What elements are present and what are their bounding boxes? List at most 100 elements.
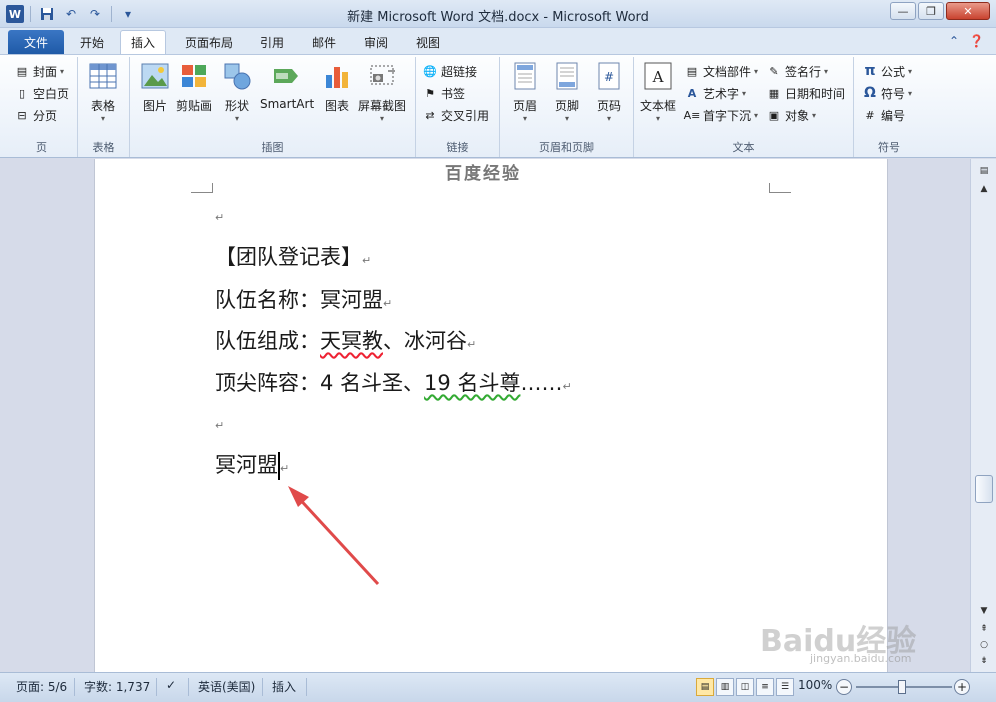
group-tables: 表格 ▾ 表格 bbox=[78, 57, 130, 157]
object-icon: ▣ bbox=[768, 108, 780, 122]
clip-art-button[interactable]: 剪贴画 bbox=[176, 61, 212, 114]
group-symbols: π 公式 ▾ Ω 符号 ▾ # 编号 符号 bbox=[854, 57, 924, 157]
group-label: 页眉和页脚 bbox=[539, 141, 594, 154]
cross-reference-button[interactable]: ⇄ 交叉引用 bbox=[422, 105, 489, 125]
minimize-ribbon-icon[interactable]: ⌃ bbox=[949, 34, 959, 48]
footer-button[interactable]: 页脚 ▾ bbox=[552, 61, 582, 123]
close-button[interactable]: ✕ bbox=[946, 2, 990, 20]
date-time-button[interactable]: ▦ 日期和时间 bbox=[766, 83, 845, 103]
zoom-out-button[interactable]: − bbox=[836, 679, 852, 695]
page-break-button[interactable]: ⊟ 分页 bbox=[14, 105, 57, 125]
screenshot-button[interactable]: 屏幕截图 ▾ bbox=[358, 61, 406, 123]
object-button[interactable]: ▣ 对象 ▾ bbox=[766, 105, 816, 125]
proofing-icon[interactable]: ✓ bbox=[166, 678, 176, 692]
document-area: 百度经验 ↵ 【团队登记表】↵ 队伍名称：冥河盟↵ 队伍组成：天冥教、冰河谷↵ … bbox=[0, 159, 970, 672]
scroll-down-button[interactable]: ▼ bbox=[975, 603, 993, 619]
window-title: 新建 Microsoft Word 文档.docx - Microsoft Wo… bbox=[347, 10, 649, 25]
page-break-icon: ⊟ bbox=[17, 108, 27, 122]
vertical-scrollbar[interactable]: ▤ ▲ ▼ ⇞ ○ ⇟ bbox=[970, 159, 996, 672]
group-label: 表格 bbox=[92, 141, 115, 154]
drop-cap-button[interactable]: A≡ 首字下沉 ▾ bbox=[684, 105, 758, 125]
zoom-in-button[interactable]: + bbox=[954, 679, 970, 695]
cover-page-button[interactable]: ▤ 封面 ▾ bbox=[14, 61, 64, 81]
shapes-button[interactable]: 形状 ▾ bbox=[222, 61, 252, 123]
equation-button[interactable]: π 公式 ▾ bbox=[862, 61, 912, 81]
text-box-button[interactable]: A 文本框 ▾ bbox=[640, 61, 676, 123]
tab-view[interactable]: 视图 bbox=[406, 30, 450, 54]
smartart-button[interactable]: SmartArt bbox=[260, 61, 314, 111]
symbol-button[interactable]: Ω 符号 ▾ bbox=[862, 83, 912, 103]
previous-page-button[interactable]: ⇞ bbox=[975, 621, 993, 637]
number-button[interactable]: # 编号 bbox=[862, 105, 905, 125]
baidu-watermark-url: jingyan.baidu.com bbox=[810, 652, 912, 665]
zoom-slider-knob[interactable] bbox=[898, 680, 906, 694]
table-button[interactable]: 表格 ▾ bbox=[88, 61, 118, 123]
picture-button[interactable]: 图片 bbox=[140, 61, 170, 114]
group-pages: ▤ 封面 ▾ ▯ 空白页 ⊟ 分页 页 bbox=[6, 57, 78, 157]
drop-cap-icon: A≡ bbox=[683, 108, 701, 122]
bookmark-button[interactable]: ⚑ 书签 bbox=[422, 83, 465, 103]
next-page-button[interactable]: ⇟ bbox=[975, 653, 993, 669]
quick-parts-button[interactable]: ▤ 文档部件 ▾ bbox=[684, 61, 758, 81]
web-layout-icon[interactable]: ◫ bbox=[736, 678, 754, 696]
draft-view-icon[interactable]: ☰ bbox=[776, 678, 794, 696]
clip-art-icon bbox=[179, 61, 209, 91]
status-page[interactable]: 页面: 5/6 bbox=[16, 678, 67, 695]
ribbon-help-controls: ⌃ ❓ bbox=[949, 34, 984, 48]
group-label: 符号 bbox=[878, 141, 900, 154]
svg-text:#: # bbox=[604, 70, 614, 84]
tab-references[interactable]: 引用 bbox=[250, 30, 294, 54]
outline-view-icon[interactable]: ≡ bbox=[756, 678, 774, 696]
tab-home[interactable]: 开始 bbox=[70, 30, 114, 54]
wordart-icon: A bbox=[687, 86, 697, 100]
ruler-toggle-icon[interactable]: ▤ bbox=[975, 163, 993, 179]
print-layout-view-icon[interactable]: ▤ bbox=[696, 678, 714, 696]
bookmark-icon: ⚑ bbox=[425, 86, 435, 100]
scroll-up-button[interactable]: ▲ bbox=[975, 181, 993, 197]
full-screen-reading-icon[interactable]: ▥ bbox=[716, 678, 734, 696]
header-button[interactable]: 页眉 ▾ bbox=[510, 61, 540, 123]
maximize-button[interactable]: ❐ bbox=[918, 2, 944, 20]
status-language[interactable]: 英语(美国) bbox=[198, 678, 255, 695]
cover-page-icon: ▤ bbox=[16, 64, 28, 78]
pi-icon: π bbox=[864, 63, 876, 79]
group-label: 文本 bbox=[732, 141, 755, 154]
group-label: 链接 bbox=[446, 141, 469, 154]
minimize-button[interactable]: — bbox=[890, 2, 916, 20]
tab-file[interactable]: 文件 bbox=[8, 30, 64, 54]
calendar-icon: ▦ bbox=[768, 86, 780, 100]
title-bar: W ↶ ↷ ▾ 新建 Microsoft Word 文档.docx - Micr… bbox=[0, 0, 996, 28]
chart-icon bbox=[322, 61, 352, 91]
help-icon[interactable]: ❓ bbox=[969, 34, 984, 48]
status-word-count[interactable]: 字数: 1,737 bbox=[84, 678, 150, 695]
tab-mailings[interactable]: 邮件 bbox=[302, 30, 346, 54]
table-icon bbox=[88, 61, 118, 91]
scrollbar-thumb[interactable] bbox=[975, 475, 993, 503]
blank-page-icon: ▯ bbox=[18, 86, 26, 100]
annotation-arrow-icon bbox=[288, 486, 380, 586]
tab-insert[interactable]: 插入 bbox=[120, 30, 167, 54]
group-header-footer: 页眉 ▾ 页脚 ▾ # 页码 ▾ 页眉和页脚 bbox=[500, 57, 634, 157]
chart-button[interactable]: 图表 bbox=[322, 61, 352, 114]
blank-page-button[interactable]: ▯ 空白页 bbox=[14, 83, 69, 103]
browse-object-button[interactable]: ○ bbox=[975, 637, 993, 653]
page-number-icon: # bbox=[594, 61, 624, 91]
signature-line-button[interactable]: ✎ 签名行 ▾ bbox=[766, 61, 828, 81]
document-page[interactable]: 百度经验 ↵ 【团队登记表】↵ 队伍名称：冥河盟↵ 队伍组成：天冥教、冰河谷↵ … bbox=[94, 159, 888, 672]
tab-review[interactable]: 审阅 bbox=[354, 30, 398, 54]
shapes-icon bbox=[222, 61, 252, 91]
text-box-icon: A bbox=[643, 61, 673, 91]
status-insert-mode[interactable]: 插入 bbox=[272, 678, 296, 695]
omega-icon: Ω bbox=[864, 85, 876, 101]
hyperlink-button[interactable]: 🌐 超链接 bbox=[422, 61, 477, 81]
globe-link-icon: 🌐 bbox=[423, 64, 437, 78]
wordart-button[interactable]: A 艺术字 ▾ bbox=[684, 83, 746, 103]
zoom-level[interactable]: 100% bbox=[798, 678, 832, 692]
cross-reference-icon: ⇄ bbox=[425, 108, 435, 122]
tab-page-layout[interactable]: 页面布局 bbox=[175, 30, 243, 54]
footer-icon bbox=[552, 61, 582, 91]
signature-line-icon: ✎ bbox=[769, 64, 779, 78]
ribbon-insert: ▤ 封面 ▾ ▯ 空白页 ⊟ 分页 页 表格 ▾ 表格 图片 剪贴画 形状 ▾ … bbox=[0, 54, 996, 158]
page-number-button[interactable]: # 页码 ▾ bbox=[594, 61, 624, 123]
group-links: 🌐 超链接 ⚑ 书签 ⇄ 交叉引用 链接 bbox=[416, 57, 500, 157]
